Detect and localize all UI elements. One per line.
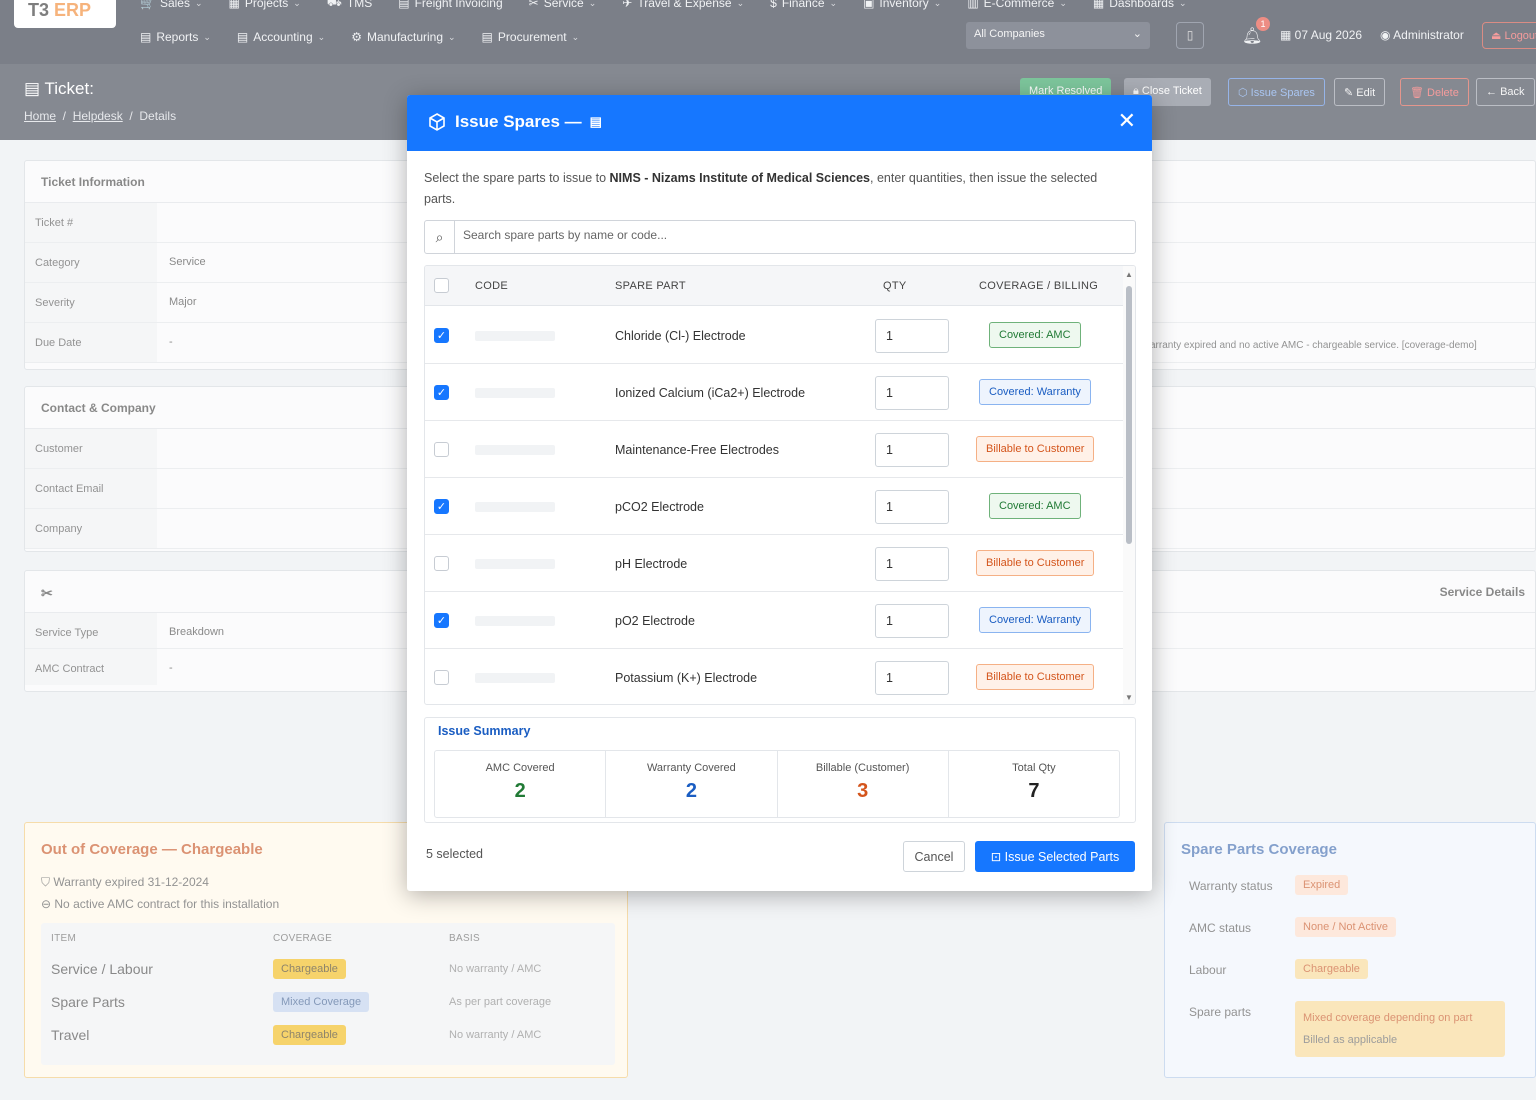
summary-total: Total Qty 7 (949, 751, 1119, 817)
issue-selected-parts-button[interactable]: ⊡ Issue Selected Parts (975, 841, 1135, 872)
part-code-placeholder (475, 616, 555, 626)
row-checkbox[interactable]: ✓ (434, 613, 449, 628)
summary-label: Warranty Covered (646, 762, 736, 774)
scroll-down-icon[interactable]: ▼ (1125, 693, 1133, 702)
part-name: pCO2 Electrode (615, 500, 704, 514)
coverage-badge: Billable to Customer (976, 550, 1095, 576)
table-row[interactable]: Potassium (K+) Electrode Billable to Cust… (425, 649, 1125, 704)
summary-value: 2 (685, 780, 697, 802)
column-header-part: SPARE PART (615, 280, 686, 292)
customer-name: NIMS - Nizams Institute of Medical Scien… (609, 171, 871, 185)
cancel-button[interactable]: Cancel (903, 841, 965, 872)
table-row[interactable]: pH Electrode Billable to Customer (425, 535, 1125, 592)
row-checkbox[interactable] (434, 442, 449, 457)
summary-warranty: Warranty Covered 2 (606, 751, 778, 817)
issue-spares-modal: Issue Spares — ▤ ✕ Select the spare part… (407, 95, 1152, 891)
search-box: ⌕ (424, 220, 1136, 254)
part-name: Maintenance-Free Electrodes (615, 443, 779, 457)
coverage-badge: Covered: Warranty (979, 607, 1091, 633)
summary-value: 2 (514, 780, 526, 802)
column-header-coverage: COVERAGE / BILLING (979, 280, 1099, 292)
summary-value: 7 (1028, 780, 1040, 802)
spare-parts-table: CODE SPARE PART QTY COVERAGE / BILLING ✓… (424, 265, 1136, 705)
search-icon: ⌕ (425, 221, 455, 253)
table-row[interactable]: ✓ Chloride (Cl-) Electrode Covered: AMC (425, 307, 1125, 364)
scroll-up-icon[interactable]: ▲ (1125, 270, 1133, 279)
summary-label: Total Qty (1012, 762, 1056, 774)
modal-description: Select the spare parts to issue to NIMS … (424, 171, 1098, 206)
row-checkbox[interactable]: ✓ (434, 385, 449, 400)
quantity-input[interactable] (875, 604, 949, 638)
part-code-placeholder (475, 388, 555, 398)
cube-icon (429, 113, 445, 131)
table-row[interactable]: ✓ Ionized Calcium (iCa2+) Electrode Covere… (425, 364, 1125, 421)
table-row[interactable]: ✓ pCO2 Electrode Covered: AMC (425, 478, 1125, 535)
coverage-badge: Billable to Customer (976, 436, 1095, 462)
part-code-placeholder (475, 673, 555, 683)
summary-label: Billable (Customer) (815, 762, 910, 774)
row-checkbox[interactable]: ✓ (434, 499, 449, 514)
summary-amc: AMC Covered 2 (435, 751, 607, 817)
table-scrollbar[interactable]: ▲ ▼ (1123, 266, 1135, 704)
search-input[interactable] (463, 228, 1123, 242)
quantity-input[interactable] (875, 433, 949, 467)
scrollbar-thumb[interactable] (1126, 286, 1132, 544)
summary-grid: AMC Covered 2 Warranty Covered 2 Billable … (434, 750, 1120, 818)
table-header: CODE SPARE PART QTY COVERAGE / BILLING (425, 266, 1125, 306)
part-name: pO2 Electrode (615, 614, 695, 628)
modal-title-text: Issue Spares — (455, 112, 582, 131)
table-row[interactable]: Maintenance-Free Electrodes Billable to C… (425, 421, 1125, 478)
selected-count: 5 selected (426, 847, 483, 861)
part-code-placeholder (475, 445, 555, 455)
row-checkbox[interactable] (434, 670, 449, 685)
issue-summary: Issue Summary AMC Covered 2 Warranty Cove… (424, 717, 1136, 823)
quantity-input[interactable] (875, 319, 949, 353)
coverage-badge: Covered: Warranty (979, 379, 1091, 405)
modal-title: Issue Spares — ▤ (427, 112, 602, 132)
coverage-badge: Billable to Customer (976, 664, 1095, 690)
part-name: pH Electrode (615, 557, 688, 571)
ticket-icon: ▤ (589, 114, 602, 129)
close-icon[interactable]: ✕ (1118, 109, 1136, 133)
part-name: Potassium (K+) Electrode (615, 671, 758, 685)
table-row[interactable]: ✓ pO2 Electrode Covered: Warranty (425, 592, 1125, 649)
quantity-input[interactable] (875, 547, 949, 581)
quantity-input[interactable] (875, 490, 949, 524)
save-icon: ⊡ (990, 850, 1005, 864)
column-header-code: CODE (475, 280, 508, 292)
summary-label: AMC Covered (485, 762, 555, 774)
coverage-badge: Covered: AMC (989, 322, 1081, 348)
select-all-checkbox[interactable] (434, 278, 449, 293)
part-code-placeholder (475, 559, 555, 569)
summary-value: 3 (857, 780, 869, 802)
part-code-placeholder (475, 331, 555, 341)
modal-header: Issue Spares — ▤ ✕ (407, 95, 1152, 151)
quantity-input[interactable] (875, 661, 949, 695)
row-checkbox[interactable]: ✓ (434, 328, 449, 343)
column-header-qty: QTY (883, 280, 907, 292)
quantity-input[interactable] (875, 376, 949, 410)
summary-billable: Billable (Customer) 3 (778, 751, 949, 817)
coverage-badge: Covered: AMC (989, 493, 1081, 519)
part-name: Ionized Calcium (iCa2+) Electrode (615, 386, 806, 400)
summary-title: Issue Summary (438, 724, 531, 738)
row-checkbox[interactable] (434, 556, 449, 571)
part-code-placeholder (475, 502, 555, 512)
part-name: Chloride (Cl-) Electrode (615, 329, 746, 343)
